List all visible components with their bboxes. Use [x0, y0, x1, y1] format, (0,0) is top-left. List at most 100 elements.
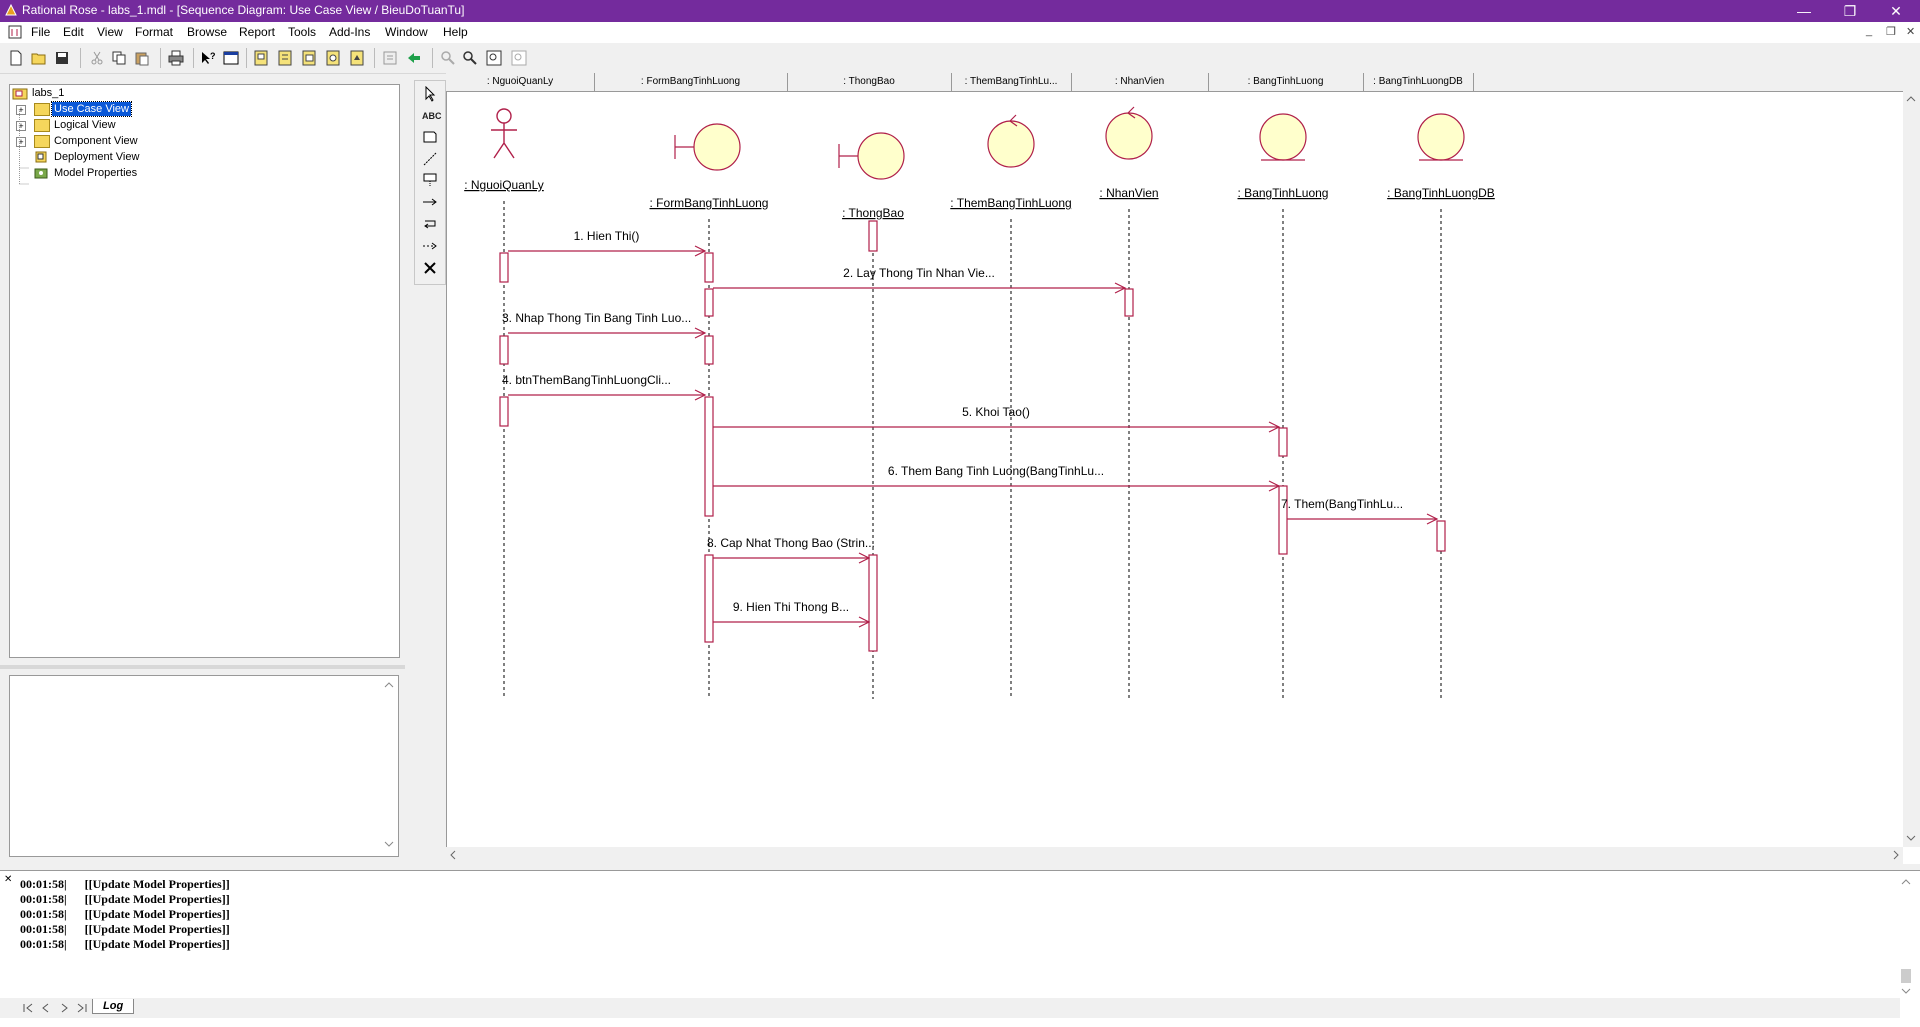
message-label: 3. Nhap Thong Tin Bang Tinh Luo...	[502, 311, 691, 325]
boundary-icon	[857, 132, 905, 180]
menu-edit[interactable]: Edit	[63, 25, 84, 39]
view-doc-icon[interactable]	[223, 50, 239, 66]
standard-toolbar: ?	[0, 43, 1920, 74]
browse-class-icon[interactable]	[253, 50, 269, 66]
entity-icon	[1417, 113, 1465, 161]
tab-scroll-buttons[interactable]	[20, 1000, 90, 1016]
model-icon	[12, 88, 28, 100]
open-icon[interactable]	[31, 50, 47, 66]
menu-tools[interactable]: Tools	[288, 25, 316, 39]
paste-icon[interactable]	[134, 50, 150, 66]
diagram-vertical-scrollbar[interactable]	[1903, 91, 1920, 847]
copy-icon[interactable]	[111, 50, 127, 66]
svg-text:?: ?	[210, 51, 216, 61]
browse-deployment-icon[interactable]	[325, 50, 341, 66]
browse-previous-icon[interactable]	[382, 50, 398, 66]
browse-component-icon[interactable]	[301, 50, 317, 66]
actor-icon	[496, 108, 512, 124]
tree-item-label: Model Properties	[54, 167, 138, 179]
entity-icon	[1259, 113, 1307, 161]
zoom-out-icon[interactable]	[462, 50, 478, 66]
text-tool-icon[interactable]: ABC	[422, 108, 442, 124]
mdi-restore-button[interactable]: ❐	[1886, 25, 1896, 38]
menu-format[interactable]: Format	[135, 25, 173, 39]
object-label: : BangTinhLuong	[1238, 186, 1329, 200]
log-line: 00:01:58| [[Update Model Properties]]	[20, 907, 230, 921]
message-label: 8. Cap Nhat Thong Bao (Strin...	[707, 536, 875, 550]
header-object[interactable]: : BangTinhLuong	[1208, 73, 1364, 91]
tree-root-label: labs_1	[32, 87, 65, 99]
deployment-icon	[35, 151, 47, 163]
message-label: 4. btnThemBangTinhLuongCli...	[502, 373, 671, 387]
menu-window[interactable]: Window	[385, 25, 428, 39]
object-label: : FormBangTinhLuong	[650, 196, 769, 210]
menu-report[interactable]: Report	[239, 25, 275, 39]
selection-tool-icon[interactable]	[422, 86, 438, 102]
header-object[interactable]: : NguoiQuanLy	[446, 73, 595, 91]
rational-rose-app-icon	[5, 3, 17, 16]
log-scrollbar[interactable]	[1900, 877, 1912, 997]
message-label: 9. Hien Thi Thong B...	[733, 600, 849, 614]
menu-add-ins[interactable]: Add-Ins	[329, 25, 370, 39]
object-label: : NhanVien	[1099, 186, 1158, 200]
log-close-icon[interactable]: ✕	[4, 874, 12, 885]
header-object[interactable]: : NhanVien	[1071, 73, 1209, 91]
cut-icon[interactable]	[89, 50, 105, 66]
destruction-marker-tool-icon[interactable]	[422, 260, 438, 276]
doc-scrollbar[interactable]	[384, 680, 394, 850]
browse-parent-icon[interactable]	[349, 50, 365, 66]
menu-browse[interactable]: Browse	[187, 25, 227, 39]
message-tool-icon[interactable]	[422, 194, 438, 210]
zoom-in-icon[interactable]	[440, 50, 456, 66]
documentation-pane[interactable]	[9, 675, 399, 857]
diagram-document-icon[interactable]	[8, 25, 22, 39]
back-icon[interactable]	[406, 50, 422, 66]
menu-help[interactable]: Help	[443, 25, 468, 39]
mdi-minimize-button[interactable]: _	[1866, 25, 1872, 37]
activation-box	[704, 554, 714, 643]
diagram-horizontal-scrollbar[interactable]	[446, 847, 1903, 864]
activation-box	[868, 554, 878, 652]
pane-splitter[interactable]	[0, 665, 405, 669]
object-tool-icon[interactable]	[422, 172, 438, 188]
activation-box	[704, 396, 714, 517]
header-object[interactable]: : FormBangTinhLuong	[594, 73, 788, 91]
sequence-diagram-canvas[interactable]: : NguoiQuanLy: FormBangTinhLuong: ThongB…	[447, 91, 1904, 847]
log-tab[interactable]: Log	[92, 999, 135, 1014]
menu-file[interactable]: File	[31, 25, 50, 39]
object-label: : BangTinhLuongDB	[1387, 186, 1495, 200]
undo-fit-icon[interactable]	[511, 50, 527, 66]
log-line: 00:01:58| [[Update Model Properties]]	[20, 892, 230, 906]
save-icon[interactable]	[54, 50, 70, 66]
sequence-diagram-window[interactable]: : NguoiQuanLy: FormBangTinhLuong: ThongB…	[446, 73, 1920, 864]
close-button[interactable]: ✕	[1873, 0, 1919, 22]
browse-interaction-icon[interactable]	[277, 50, 293, 66]
minimize-button[interactable]: —	[1781, 0, 1827, 22]
folder-icon	[34, 135, 50, 148]
properties-icon	[34, 168, 48, 179]
message-to-self-tool-icon[interactable]	[422, 216, 438, 232]
print-icon[interactable]	[168, 50, 184, 66]
note-tool-icon[interactable]	[422, 129, 438, 145]
folder-icon	[34, 103, 50, 116]
activation-box	[499, 396, 509, 427]
fit-window-icon[interactable]	[486, 50, 502, 66]
header-object[interactable]: : ThongBao	[787, 73, 952, 91]
log-line: 00:01:58| [[Update Model Properties]]	[20, 877, 230, 891]
activation-box	[499, 252, 509, 283]
new-icon[interactable]	[8, 50, 24, 66]
message-label: 7. Them(BangTinhLu...	[1281, 497, 1403, 511]
mdi-close-button[interactable]: ✕	[1906, 25, 1915, 38]
activation-box	[1278, 427, 1288, 457]
header-object[interactable]: : ThemBangTinhLu...	[951, 73, 1072, 91]
context-help-icon[interactable]: ?	[200, 50, 216, 66]
menu-bar: File Edit View Format Browse Report Tool…	[0, 22, 1920, 43]
return-message-tool-icon[interactable]	[422, 238, 438, 254]
anchor-tool-icon[interactable]	[422, 151, 438, 167]
restore-button[interactable]: ❐	[1827, 0, 1873, 22]
object-label: : NguoiQuanLy	[464, 178, 544, 192]
header-object[interactable]: : BangTinhLuongDB	[1363, 73, 1474, 91]
menu-view[interactable]: View	[97, 25, 123, 39]
activation-box	[704, 252, 714, 283]
scroll-arrows	[450, 850, 1899, 860]
